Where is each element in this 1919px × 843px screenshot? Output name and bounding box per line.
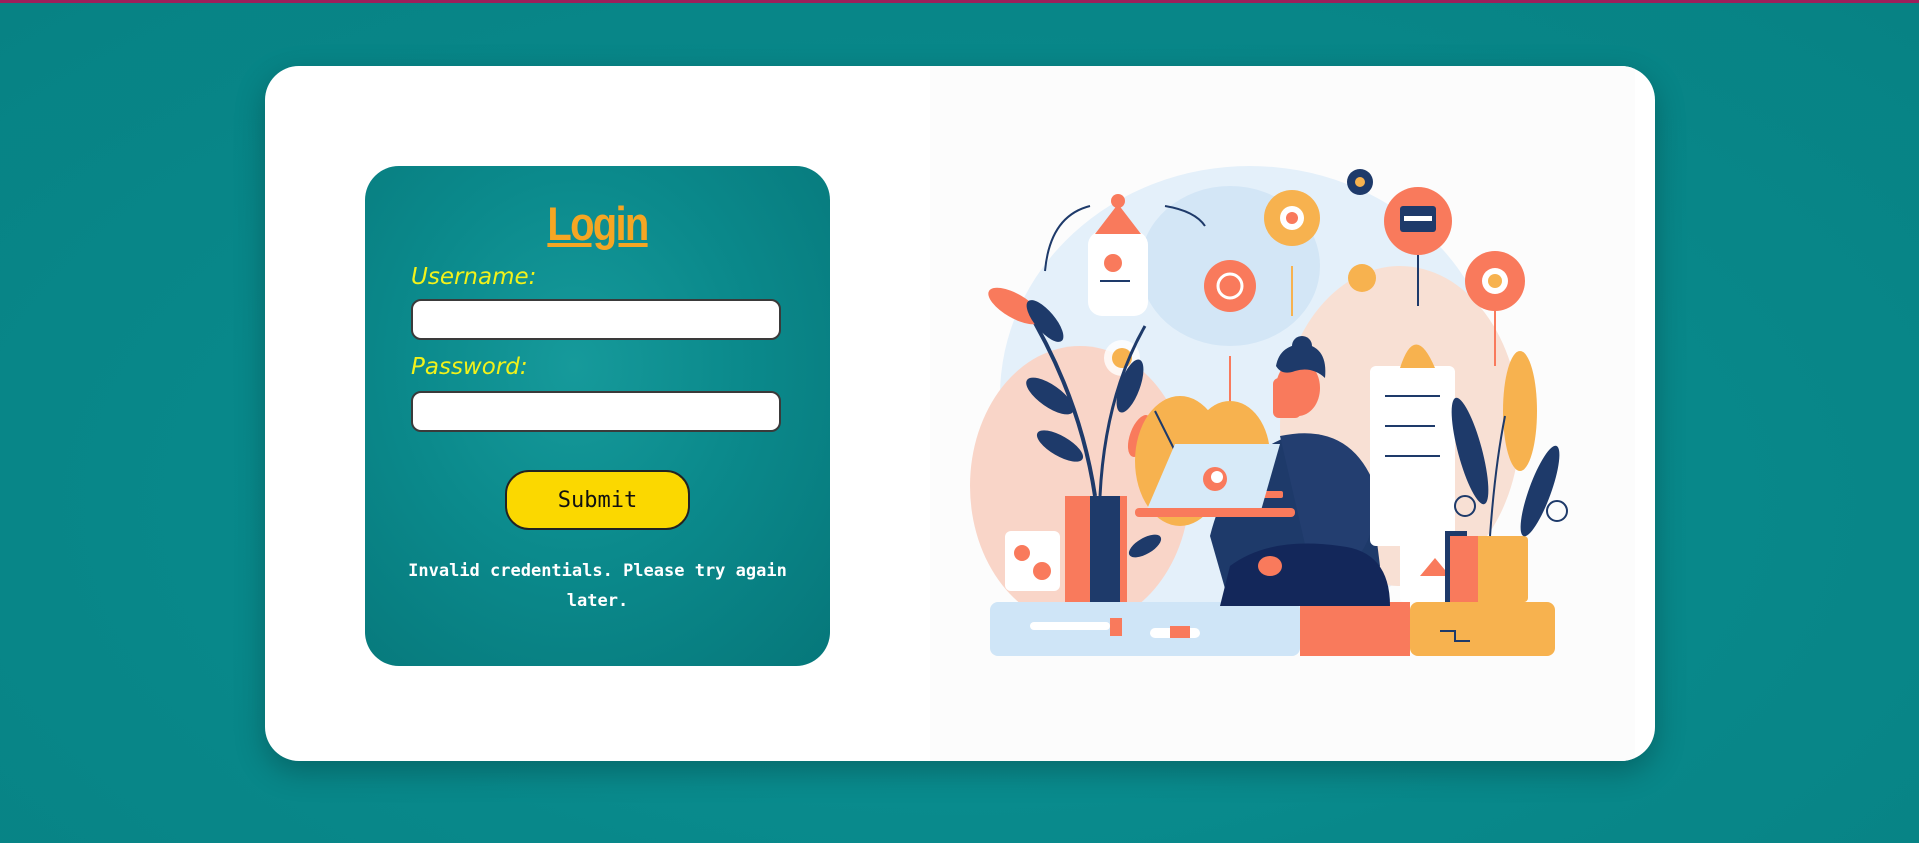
- login-title: Login: [547, 197, 649, 250]
- login-form-panel: Login Username: Password: Submit Invalid…: [365, 166, 830, 666]
- person-laptop-illustration: [930, 66, 1635, 761]
- top-accent-bar: [0, 0, 1919, 3]
- username-label: Username:: [411, 264, 537, 290]
- submit-button[interactable]: Submit: [505, 470, 690, 530]
- illustration-graphic: [970, 166, 1568, 656]
- password-label: Password:: [411, 354, 528, 380]
- login-card: Login Username: Password: Submit Invalid…: [265, 66, 1655, 761]
- password-input[interactable]: [411, 391, 781, 432]
- username-input[interactable]: [411, 299, 781, 340]
- error-message: Invalid credentials. Please try again la…: [408, 561, 787, 611]
